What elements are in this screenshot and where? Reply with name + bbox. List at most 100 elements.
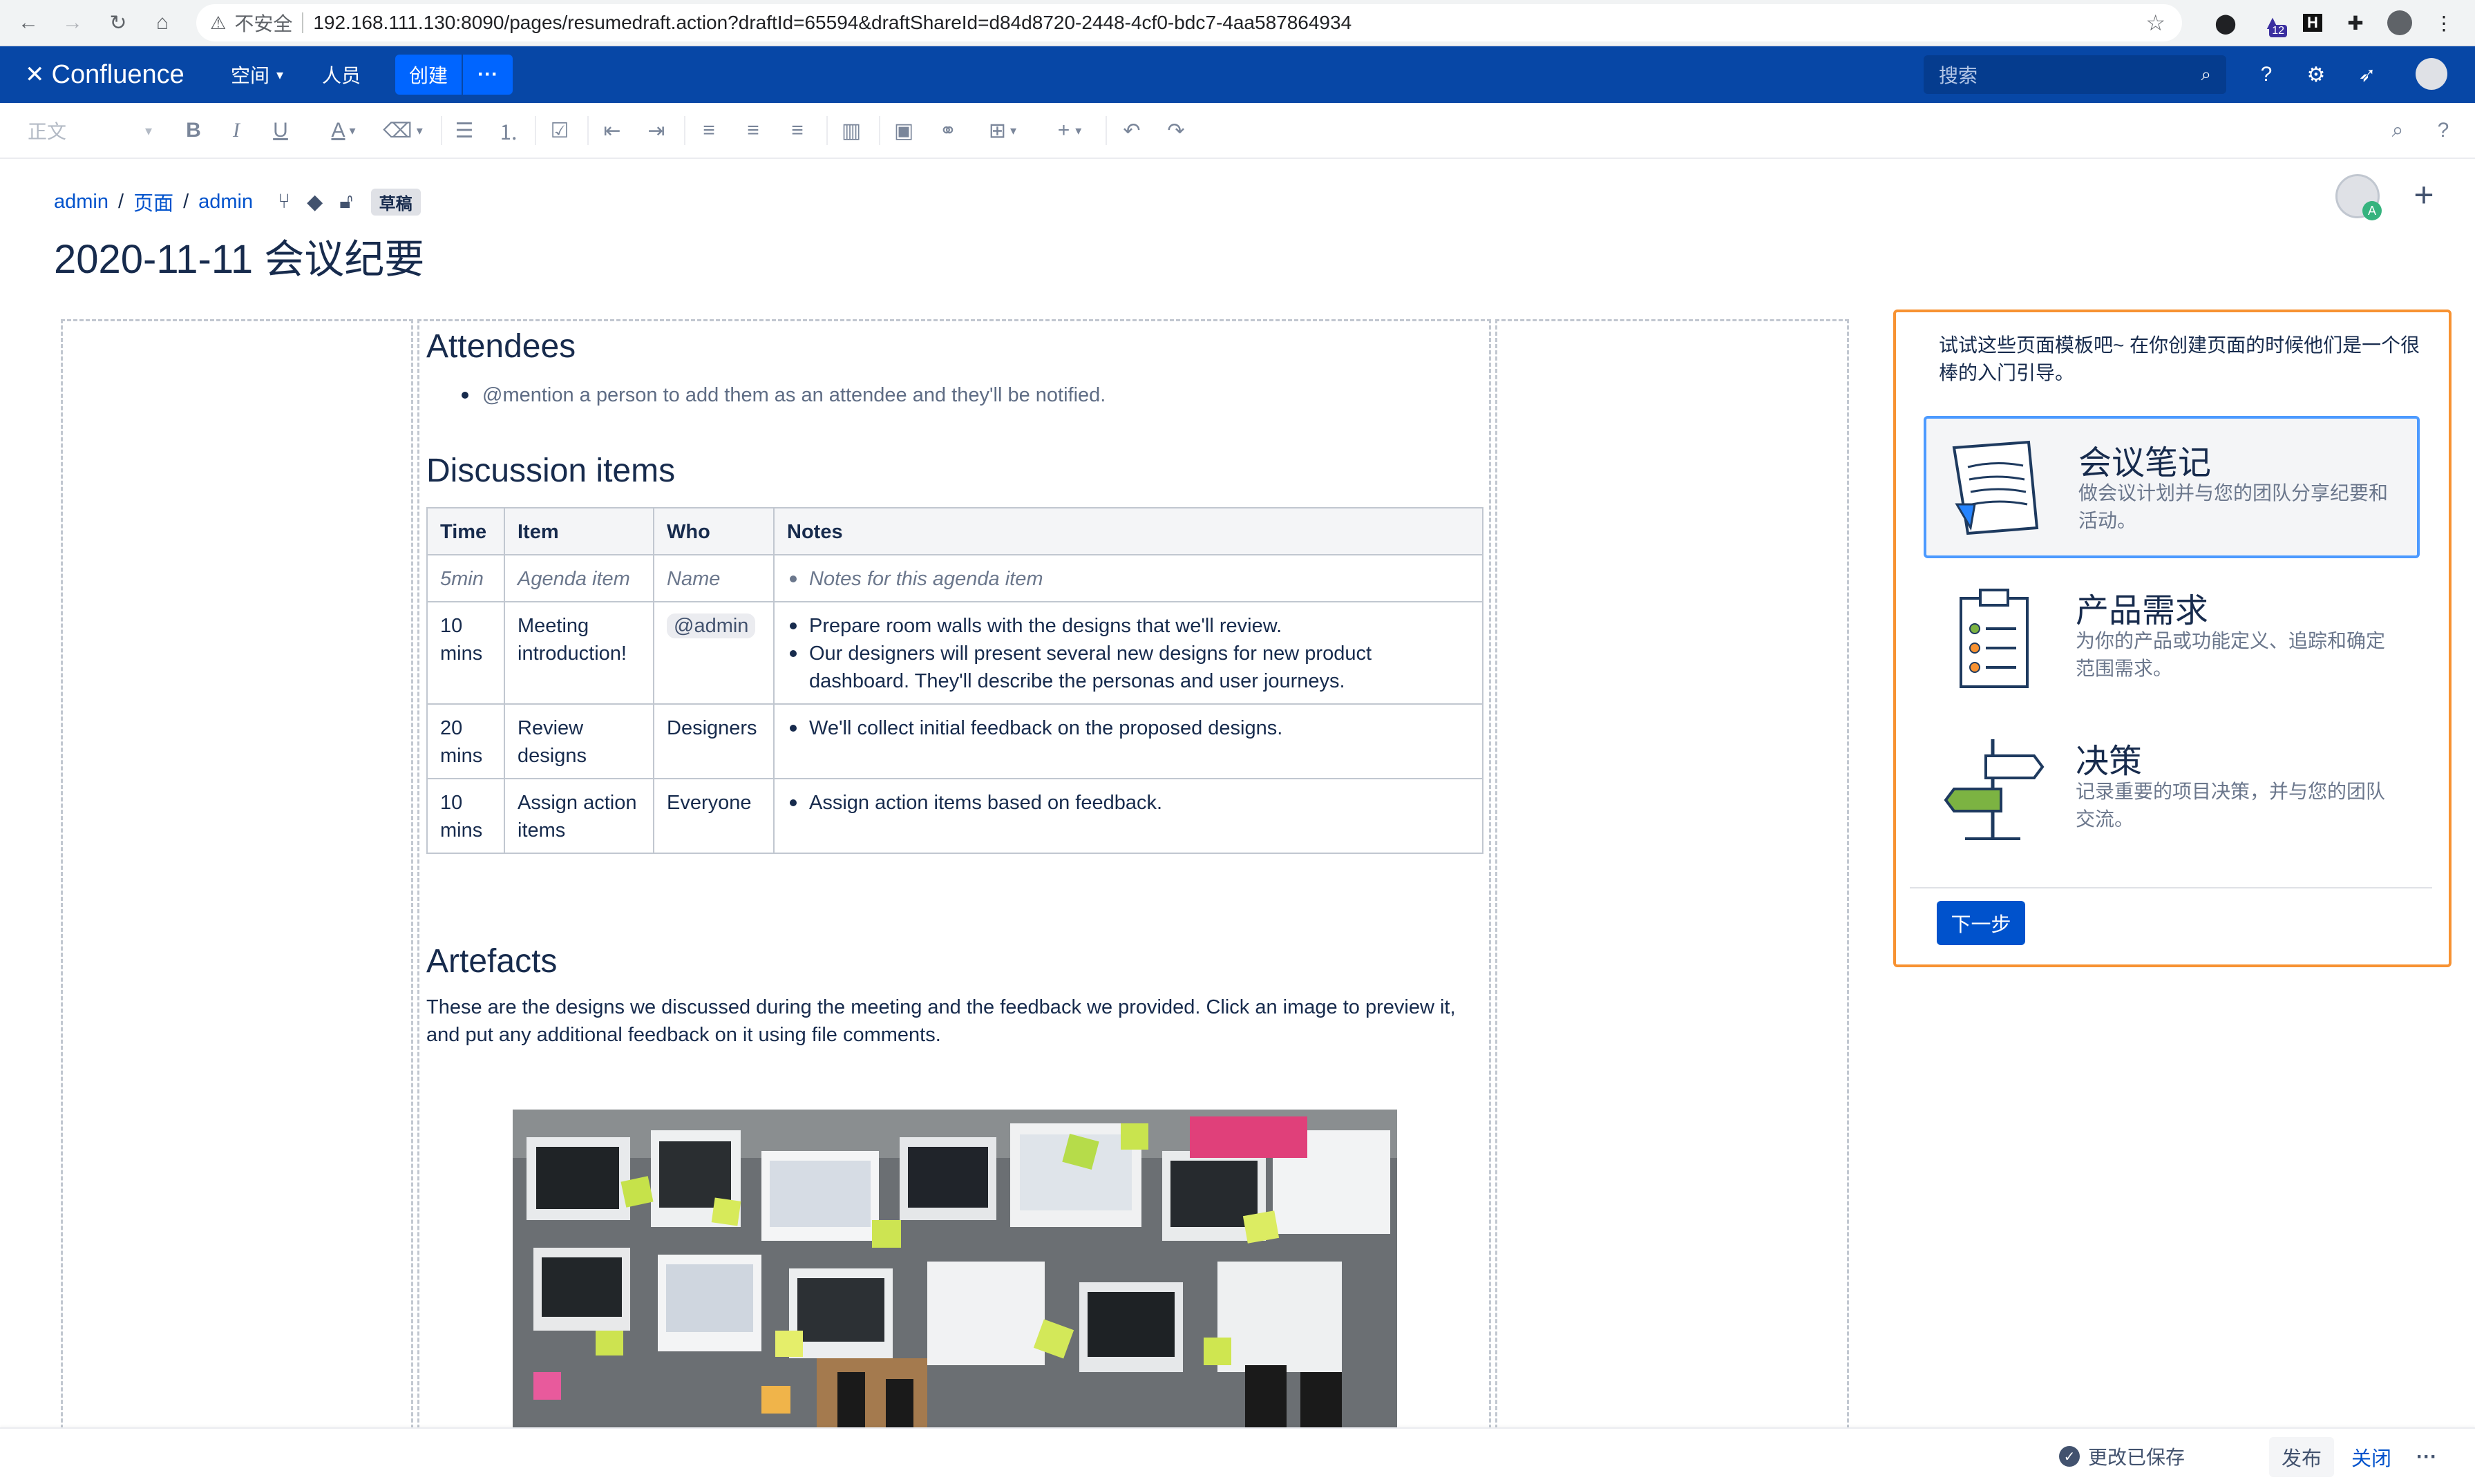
insert-image-icon[interactable]: ▣	[889, 114, 919, 147]
breadcrumb-item[interactable]: admin	[198, 191, 253, 213]
indent-icon[interactable]: ⇥	[641, 114, 672, 147]
undo-icon[interactable]: ↶	[1117, 114, 1147, 147]
artefacts-paragraph[interactable]: These are the designs we discussed durin…	[426, 993, 1477, 1049]
breadcrumb-item[interactable]: admin	[54, 191, 108, 213]
column-header[interactable]: Time	[426, 507, 505, 555]
close-button[interactable]: 关闭	[2344, 1437, 2399, 1477]
meeting-notes-icon	[1940, 432, 2051, 543]
time-cell[interactable]: 5min	[426, 554, 505, 602]
who-cell[interactable]: Designers	[653, 703, 775, 779]
attendees-heading[interactable]: Attendees	[426, 327, 576, 365]
breadcrumb-separator: /	[118, 190, 124, 213]
save-status: ✓ 更改已保存	[2059, 1441, 2185, 1472]
time-cell[interactable]: 20 mins	[426, 703, 505, 779]
column-header[interactable]: Who	[653, 507, 775, 555]
notes-cell[interactable]: Prepare room walls with the designs that…	[773, 601, 1483, 705]
time-cell[interactable]: 10 mins	[426, 778, 505, 854]
breadcrumb-item[interactable]: 页面	[133, 187, 173, 216]
align-right-icon[interactable]: ≡	[782, 114, 813, 147]
search-input[interactable]: 搜索 ⌕	[1924, 55, 2226, 94]
footer-more-button[interactable]: ···	[2406, 1437, 2447, 1477]
who-cell[interactable]: Name	[653, 554, 775, 602]
template-decision[interactable]: 决策 记录重要的项目决策，并与您的团队交流。	[1924, 717, 2420, 859]
extension-h-icon[interactable]: H	[2297, 7, 2329, 39]
discussion-table[interactable]: Time Item Who Notes 5min Agenda item Nam…	[426, 507, 1483, 854]
help-icon[interactable]: ?	[2250, 58, 2283, 91]
layout-column-right[interactable]	[1495, 319, 1849, 1466]
insert-table-icon[interactable]: ⊞ ▾	[976, 114, 1030, 147]
time-cell[interactable]: 10 mins	[426, 601, 505, 705]
create-button[interactable]: 创建	[395, 55, 462, 95]
user-avatar[interactable]	[2416, 58, 2447, 90]
publish-button[interactable]: 发布	[2269, 1437, 2334, 1477]
notes-cell[interactable]: Assign action items based on feedback.	[773, 778, 1483, 854]
text-color-icon[interactable]: A ▾	[319, 114, 368, 147]
underline-icon[interactable]: U	[265, 114, 296, 147]
template-meeting-notes[interactable]: 会议笔记 做会议计划并与您的团队分享纪要和活动。	[1924, 416, 2420, 558]
insert-more-icon[interactable]: + ▾	[1042, 114, 1097, 147]
paragraph-style-value: 正文	[28, 121, 67, 142]
layout-column-left[interactable]	[61, 319, 413, 1466]
user-mention[interactable]: @admin	[667, 613, 756, 638]
notes-cell[interactable]: We'll collect initial feedback on the pr…	[773, 703, 1483, 779]
bookmark-star-icon[interactable]: ☆	[2145, 10, 2165, 36]
label-tag-icon[interactable]: ◆	[307, 190, 323, 214]
notes-cell[interactable]: Notes for this agenda item	[773, 554, 1483, 602]
italic-icon[interactable]: I	[221, 114, 252, 147]
discussion-heading[interactable]: Discussion items	[426, 452, 675, 490]
task-list-icon[interactable]: ☑	[544, 114, 575, 147]
find-replace-icon[interactable]: ⌕	[2382, 114, 2413, 147]
create-more-button[interactable]: ···	[463, 55, 513, 95]
page-layout-icon[interactable]: ▥	[836, 114, 866, 147]
puzzle-icon[interactable]: ✚	[2340, 7, 2371, 39]
clear-format-icon[interactable]: ⌫ ▾	[379, 114, 427, 147]
page-title[interactable]: 2020-11-11 会议纪要	[54, 227, 424, 285]
numbered-list-icon[interactable]: ⒈	[493, 114, 524, 147]
profile-icon[interactable]	[2384, 7, 2416, 39]
item-cell[interactable]: Meeting introduction!	[504, 601, 654, 705]
editor-help-icon[interactable]: ?	[2428, 114, 2458, 147]
who-cell[interactable]: @admin	[653, 601, 775, 705]
nav-people[interactable]: 人员	[322, 57, 361, 93]
extension-circle-icon[interactable]: ⬤	[2210, 7, 2241, 39]
next-button[interactable]: 下一步	[1937, 901, 2025, 945]
forward-icon[interactable]: →	[57, 7, 88, 39]
column-header[interactable]: Item	[504, 507, 654, 555]
extension-graduation-icon[interactable]: ▲ 12	[2257, 7, 2288, 39]
redo-icon[interactable]: ↷	[1161, 114, 1191, 147]
collaborator-avatar[interactable]: A	[2335, 174, 2382, 220]
nav-spaces[interactable]: 空间 ▾	[231, 57, 283, 93]
toolbar-divider	[684, 116, 685, 145]
chevron-down-icon: ▾	[276, 67, 284, 83]
item-cell[interactable]: Review designs	[504, 703, 654, 779]
restrictions-lock-icon[interactable]: 🔓︎	[339, 190, 352, 213]
browser-menu-icon[interactable]: ⋮	[2428, 7, 2460, 39]
outdent-icon[interactable]: ⇤	[597, 114, 627, 147]
column-header[interactable]: Notes	[773, 507, 1483, 555]
invite-plus-button[interactable]: +	[2402, 173, 2446, 217]
table-row: 10 mins Meeting introduction! @admin Pre…	[426, 601, 1483, 705]
address-bar[interactable]: ⚠ 不安全 192.168.111.130:8090/pages/resumed…	[196, 4, 2182, 41]
paragraph-style-select[interactable]: 正文 ▾	[28, 114, 152, 147]
reload-icon[interactable]: ↻	[102, 7, 134, 39]
back-icon[interactable]: ←	[12, 7, 44, 39]
item-cell[interactable]: Assign action items	[504, 778, 654, 854]
align-center-icon[interactable]: ≡	[738, 114, 768, 147]
item-cell[interactable]: Agenda item	[504, 554, 654, 602]
align-left-icon[interactable]: ≡	[694, 114, 724, 147]
bullet-list-icon[interactable]: ☰	[449, 114, 480, 147]
artefacts-heading[interactable]: Artefacts	[426, 942, 557, 980]
insert-link-icon[interactable]: ⚭	[933, 114, 963, 147]
chevron-down-icon: ▾	[144, 123, 152, 139]
template-product-requirements[interactable]: 产品需求 为你的产品或功能定义、追踪和确定范围需求。	[1924, 567, 2420, 709]
confluence-logo[interactable]: ✕ Confluence	[25, 57, 184, 93]
home-icon[interactable]: ⌂	[146, 7, 178, 39]
breadcrumb-separator: /	[183, 190, 189, 213]
attendees-hint[interactable]: @mention a person to add them as an atte…	[461, 381, 1106, 409]
who-cell[interactable]: Everyone	[653, 778, 775, 854]
settings-gear-icon[interactable]: ⚙	[2299, 58, 2333, 91]
notifications-rocket-icon[interactable]: ➶	[2351, 58, 2384, 91]
page-tree-icon[interactable]: ⑂	[278, 190, 290, 213]
design-wall-photo[interactable]	[513, 1110, 1397, 1427]
bold-icon[interactable]: B	[178, 114, 209, 147]
